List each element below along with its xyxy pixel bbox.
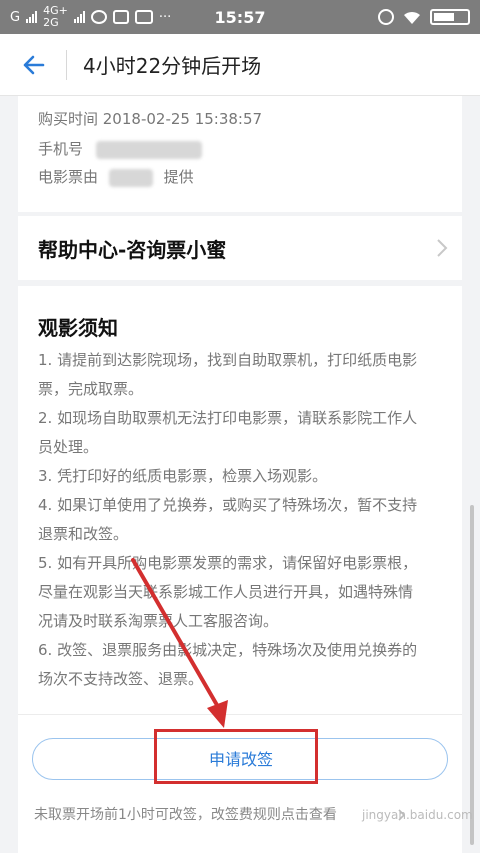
annotation-arrow [131,558,228,728]
scrollbar[interactable] [470,505,474,845]
watermark: jingyan.baidu.com [362,808,473,822]
annotation-highlight-box [154,729,318,784]
